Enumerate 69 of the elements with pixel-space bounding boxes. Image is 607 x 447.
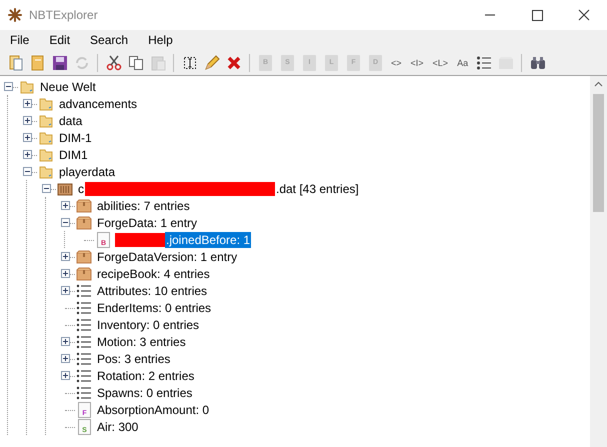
tree-item[interactable]: recipeBook: 4 entries: [96, 266, 211, 282]
tree-item[interactable]: Pos: 3 entries: [96, 350, 172, 366]
menu-item[interactable]: File: [2, 33, 38, 47]
tree-item[interactable]: abilities: 7 entries: [96, 198, 191, 214]
collapse-toggle[interactable]: [4, 82, 13, 91]
tree-item[interactable]: AbsorptionAmount: 0: [96, 402, 210, 418]
tree-item[interactable]: .dat [43 entries]: [275, 180, 360, 196]
box-icon: [76, 266, 92, 282]
menu-item[interactable]: Help: [140, 33, 181, 47]
list-icon: [76, 316, 92, 332]
list-icon: [76, 384, 92, 400]
tree-item[interactable]: Spawns: 0 entries: [96, 384, 194, 400]
expand-toggle[interactable]: [61, 371, 70, 380]
expand-toggle[interactable]: [23, 150, 32, 159]
tree-item[interactable]: EnderItems: 0 entries: [96, 300, 212, 316]
tree-item[interactable]: advancements: [58, 96, 138, 112]
tree-item[interactable]: data: [58, 112, 84, 128]
window-title: NBTExplorer: [29, 8, 98, 22]
tree-item[interactable]: Motion: 3 entries: [96, 334, 187, 350]
expand-toggle[interactable]: [23, 99, 32, 108]
crate-icon: [57, 180, 73, 196]
box-icon: [76, 214, 92, 230]
menu-item[interactable]: Search: [82, 33, 136, 47]
list-icon: [76, 368, 92, 384]
app-logo-icon: [7, 7, 23, 23]
list-icon: [76, 350, 92, 366]
vertical-scrollbar[interactable]: [590, 76, 607, 447]
tree-item[interactable]: DIM1: [58, 146, 89, 162]
menu-item[interactable]: Edit: [41, 33, 78, 47]
list-icon: [76, 334, 92, 350]
list-icon: [76, 282, 92, 298]
expand-toggle[interactable]: [61, 201, 70, 210]
folder-icon: [38, 146, 54, 162]
box-icon: [76, 198, 92, 214]
collapse-toggle[interactable]: [23, 167, 32, 176]
folder-icon: [38, 96, 54, 112]
expand-toggle[interactable]: [61, 354, 70, 363]
tree-item[interactable]: Rotation: 2 entries: [96, 368, 196, 384]
edit-button[interactable]: [202, 52, 221, 72]
collapse-toggle[interactable]: [61, 218, 70, 227]
array-tag-button[interactable]: <I>: [408, 52, 427, 72]
tree-item[interactable]: Neue Welt: [39, 78, 97, 94]
scrollbar-thumb[interactable]: [593, 94, 604, 212]
tree-item[interactable]: playerdata: [58, 164, 116, 180]
expand-toggle[interactable]: [61, 286, 70, 295]
folder-icon: [38, 130, 54, 146]
expand-toggle[interactable]: [23, 116, 32, 125]
array-tag-button[interactable]: <>: [388, 52, 405, 72]
tree-item[interactable]: Attributes: 10 entries: [96, 282, 208, 298]
box-icon: [76, 248, 92, 264]
expand-toggle[interactable]: [61, 269, 70, 278]
collapse-toggle[interactable]: [42, 184, 51, 193]
folder-icon: [38, 164, 54, 180]
expand-toggle[interactable]: [61, 252, 70, 261]
tree-item[interactable]: ForgeData: 1 entry: [96, 214, 198, 230]
folder-icon: [38, 112, 54, 128]
tree-item[interactable]: DIM-1: [58, 130, 93, 146]
string-tag-button[interactable]: Aa: [454, 52, 472, 72]
list-icon: [76, 300, 92, 316]
tree-item[interactable]: Air: 300: [96, 418, 140, 434]
expand-toggle[interactable]: [61, 337, 70, 346]
tree-item[interactable]: Inventory: 0 entries: [96, 316, 200, 332]
tree-item[interactable]: ForgeDataVersion: 1 entry: [96, 248, 238, 264]
cut-button[interactable]: [104, 52, 123, 72]
array-tag-button[interactable]: <L>: [430, 52, 452, 72]
tree-item[interactable]: .joinedBefore: 1: [165, 232, 252, 248]
node-label: c: [77, 180, 85, 196]
expand-toggle[interactable]: [23, 133, 32, 142]
folder-icon: [19, 78, 35, 94]
